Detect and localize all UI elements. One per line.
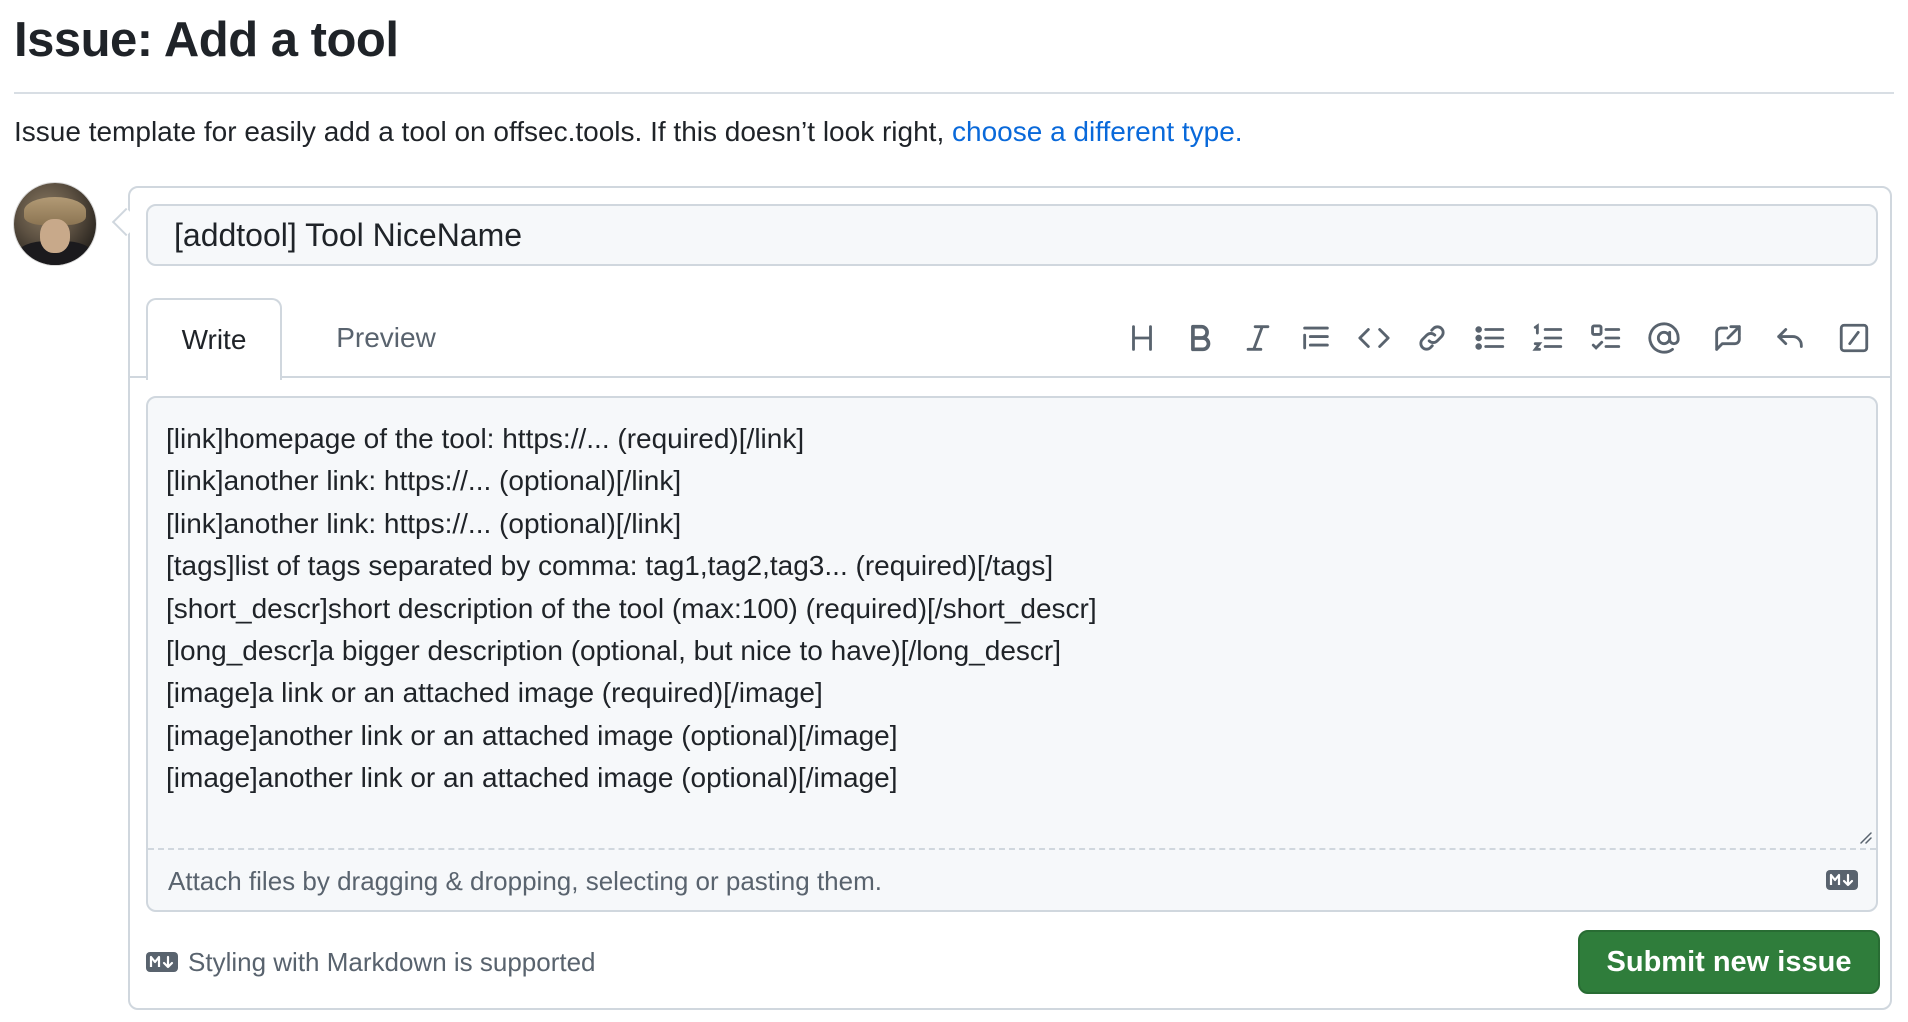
issue-title-input[interactable] (146, 204, 1878, 266)
page-title: Issue: Add a tool (14, 13, 399, 67)
markdown-supported-note[interactable]: Styling with Markdown is supported (188, 944, 596, 980)
markdown-icon (146, 952, 178, 972)
submit-issue-button[interactable]: Submit new issue (1578, 930, 1880, 994)
resize-grip-icon[interactable] (1858, 830, 1872, 844)
quote-icon[interactable] (1296, 318, 1336, 358)
attach-files-bar[interactable]: Attach files by dragging & dropping, sel… (148, 848, 1876, 910)
mention-icon[interactable] (1644, 318, 1684, 358)
template-description: Issue template for easily add a tool on … (14, 112, 1243, 152)
attach-files-hint: Attach files by dragging & dropping, sel… (168, 866, 882, 896)
unordered-list-icon[interactable] (1470, 318, 1510, 358)
italic-icon[interactable] (1238, 318, 1278, 358)
code-icon[interactable] (1354, 318, 1394, 358)
tab-write[interactable]: Write (146, 298, 282, 380)
markdown-icon (1826, 870, 1858, 890)
issue-body-textarea[interactable]: [link]homepage of the tool: https://... … (166, 418, 1097, 800)
slash-commands-icon[interactable] (1834, 318, 1874, 358)
heading-icon[interactable] (1122, 318, 1162, 358)
ordered-list-icon[interactable] (1528, 318, 1568, 358)
bold-icon[interactable] (1180, 318, 1220, 358)
choose-different-type-link[interactable]: choose a different type. (952, 116, 1243, 147)
link-icon[interactable] (1412, 318, 1452, 358)
reference-icon[interactable] (1708, 318, 1748, 358)
tab-preview[interactable]: Preview (306, 298, 466, 378)
task-list-icon[interactable] (1586, 318, 1626, 358)
template-description-text: Issue template for easily add a tool on … (14, 116, 945, 147)
title-divider (14, 92, 1894, 94)
editor-tabs: Write Preview (128, 298, 1892, 380)
issue-body-editor[interactable]: [link]homepage of the tool: https://... … (146, 396, 1878, 912)
avatar (14, 183, 96, 265)
undo-icon[interactable] (1770, 318, 1810, 358)
